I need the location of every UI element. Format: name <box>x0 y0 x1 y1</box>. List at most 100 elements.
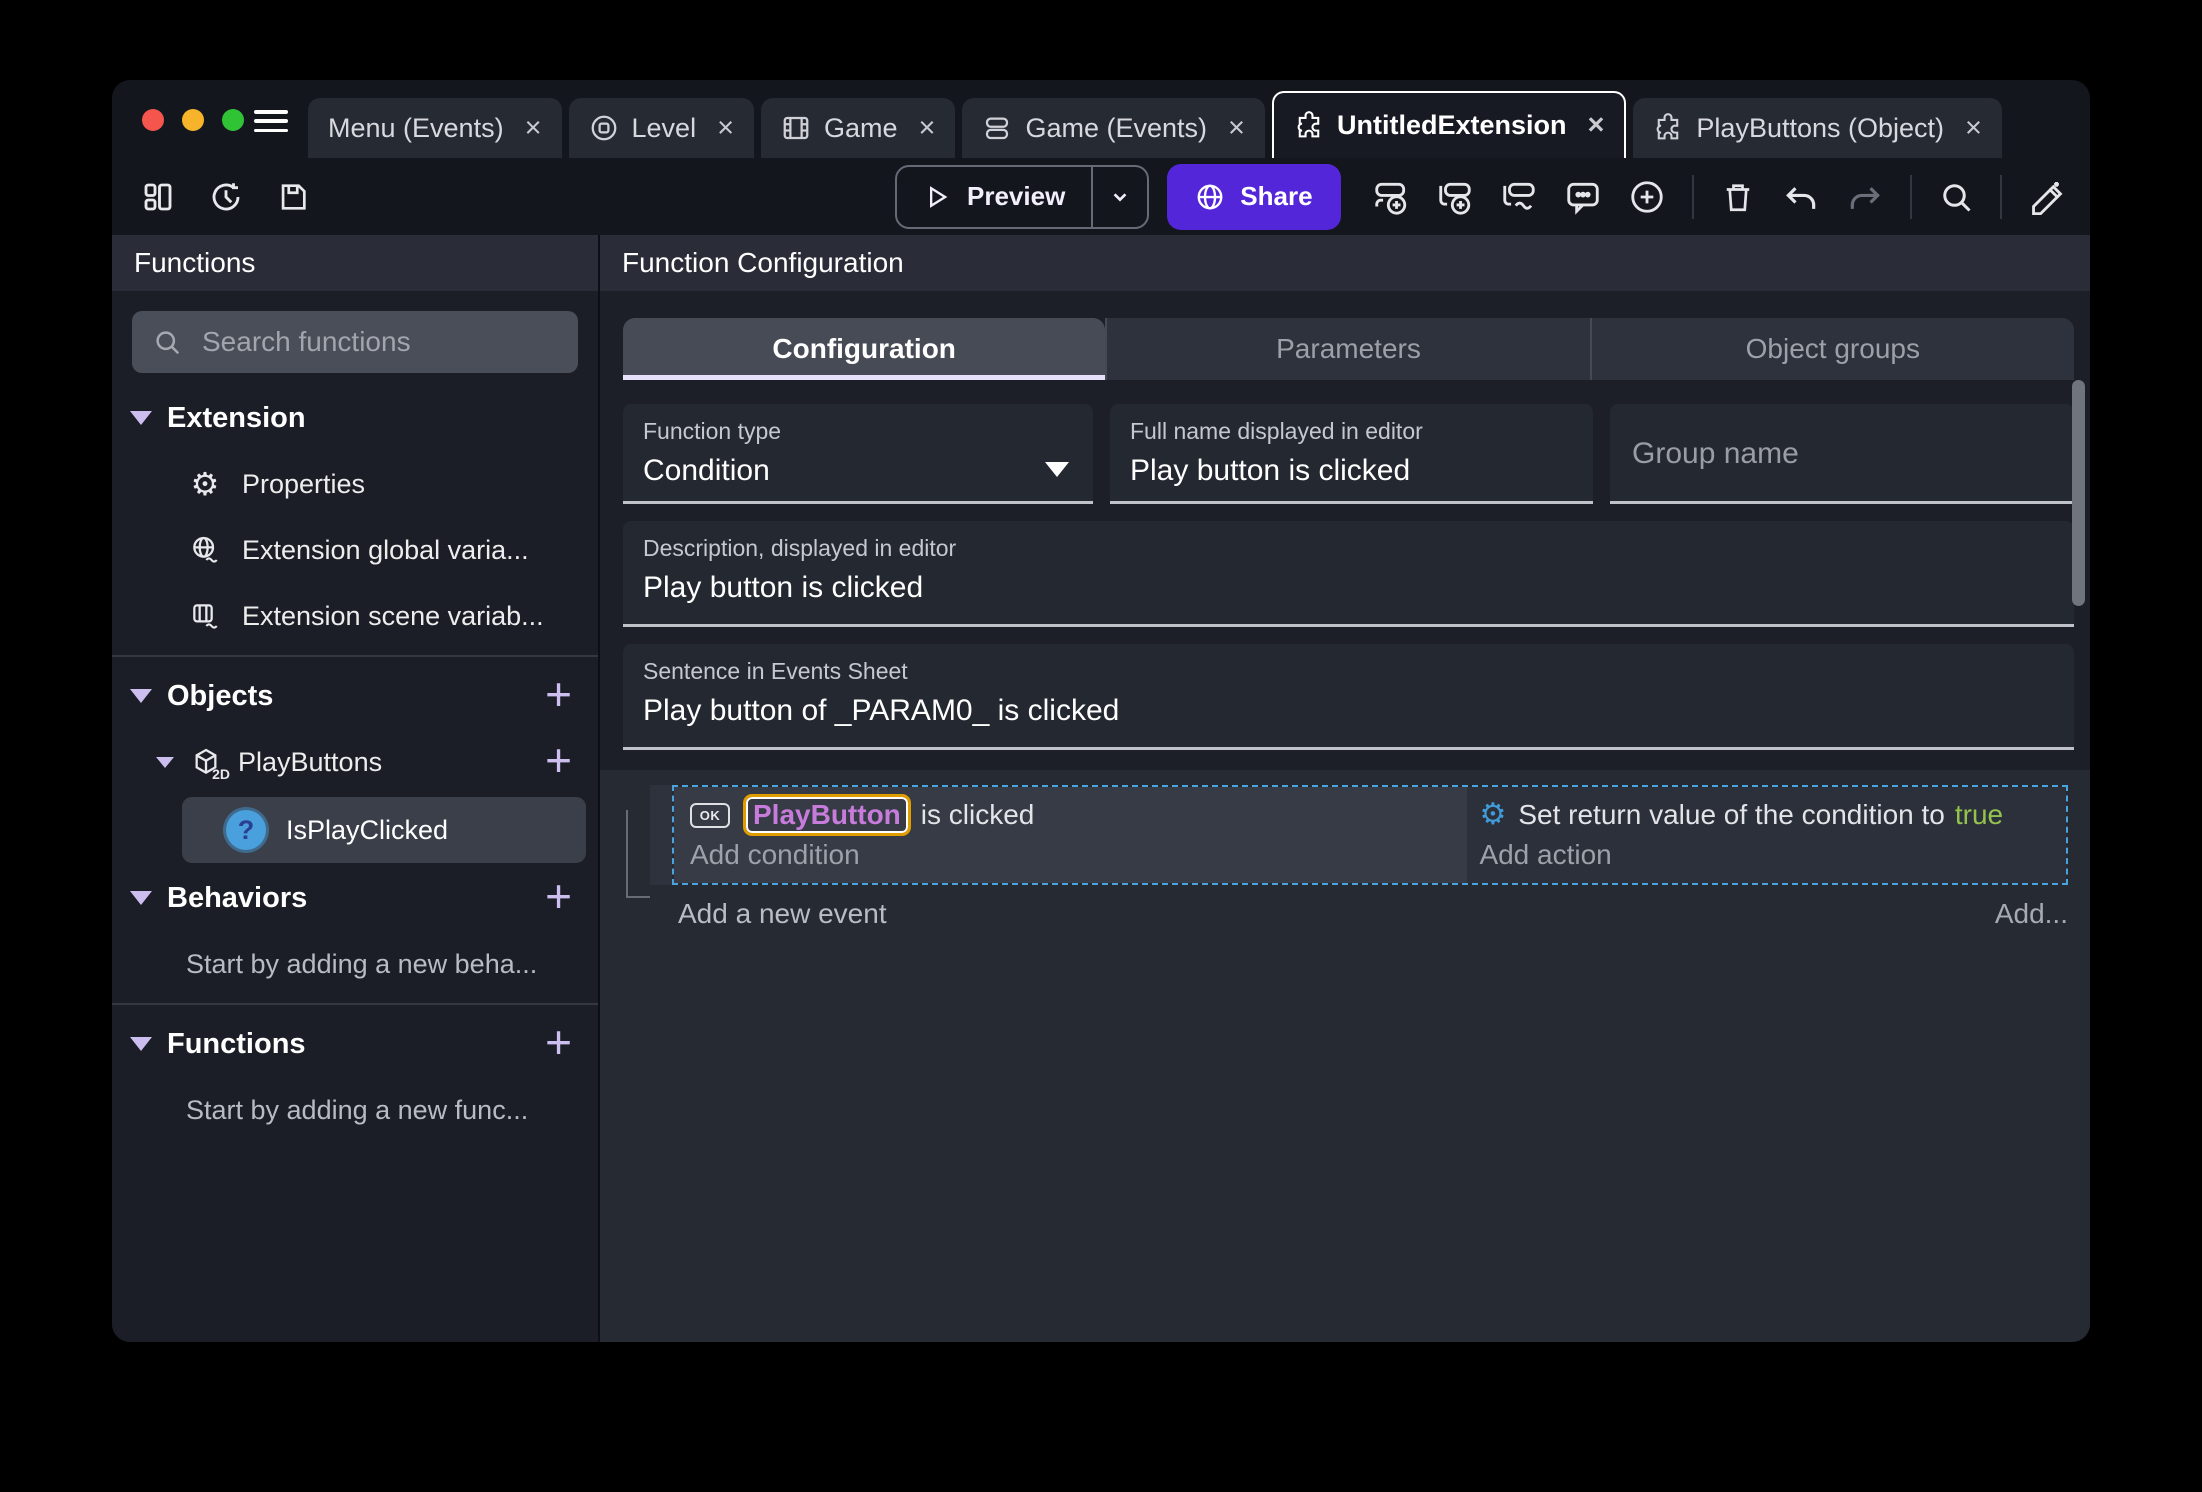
add-condition-icon[interactable] <box>1500 178 1538 216</box>
tree-item-label: Extension global varia... <box>242 534 529 565</box>
project-manager-icon[interactable] <box>140 179 176 215</box>
tab-label: PlayButtons (Object) <box>1696 112 1945 143</box>
add-behavior-button[interactable]: + <box>545 873 572 919</box>
globe-variable-icon <box>186 534 224 566</box>
sidebar-item-properties[interactable]: ⚙ Properties <box>112 451 598 517</box>
sidebar-item-extension-scene-variables[interactable]: Extension scene variab... <box>112 583 598 649</box>
main-toolbar: Preview Share <box>112 158 2090 235</box>
tab-game[interactable]: Game × <box>761 98 956 158</box>
app-window: Menu (Events) × Level × Game × Game (Eve… <box>112 80 2090 1342</box>
tab-level[interactable]: Level × <box>568 98 754 158</box>
add-more-events-icon[interactable] <box>1628 178 1666 216</box>
redo-icon[interactable] <box>1846 178 1884 216</box>
tab-configuration[interactable]: Configuration <box>623 318 1106 380</box>
event-row[interactable]: OK PlayButton is clicked Add condition ⚙… <box>650 785 2068 885</box>
sidebar-section-objects[interactable]: Objects + <box>112 663 598 729</box>
search-icon <box>152 327 182 357</box>
tab-label: Game (Events) <box>1025 112 1208 143</box>
tab-parameters[interactable]: Parameters <box>1105 318 1590 380</box>
search-functions-box[interactable] <box>132 311 578 373</box>
minimize-window-button[interactable] <box>182 109 204 131</box>
preview-options-button[interactable] <box>1091 166 1147 227</box>
delete-icon[interactable] <box>1720 179 1756 215</box>
toolbar-divider <box>1910 174 1912 219</box>
search-input[interactable] <box>200 325 565 359</box>
conditions-column[interactable]: OK PlayButton is clicked Add condition <box>674 787 1468 883</box>
actions-column[interactable]: ⚙ Set return value of the condition to t… <box>1467 787 2066 883</box>
undo-icon[interactable] <box>1782 178 1820 216</box>
window-tab-bar: Menu (Events) × Level × Game × Game (Eve… <box>112 80 2090 158</box>
search-icon[interactable] <box>1938 179 1974 215</box>
close-icon[interactable]: × <box>1587 111 1604 140</box>
field-label: Description, displayed in editor <box>643 535 957 561</box>
field-label: Sentence in Events Sheet <box>643 658 908 684</box>
tree-item-label: PlayButtons <box>238 746 383 777</box>
group-name-field[interactable] <box>1610 404 2074 504</box>
event-drag-handle[interactable] <box>650 785 672 885</box>
tab-game-events[interactable]: Game (Events) × <box>962 98 1265 158</box>
share-button[interactable]: Share <box>1167 163 1341 230</box>
vertical-scrollbar[interactable] <box>2072 380 2085 606</box>
sidebar-section-behaviors[interactable]: Behaviors + <box>112 865 598 931</box>
tab-object-groups[interactable]: Object groups <box>1589 318 2074 380</box>
save-icon[interactable] <box>276 180 310 214</box>
extension-puzzle-icon <box>1653 113 1683 143</box>
description-field[interactable]: Description, displayed in editor Play bu… <box>623 521 2074 627</box>
condition-line[interactable]: OK PlayButton is clicked <box>690 794 1467 836</box>
configuration-tabs: Configuration Parameters Object groups <box>623 318 2074 380</box>
tab-untitled-extension[interactable]: UntitledExtension × <box>1271 91 1627 158</box>
comment-icon[interactable] <box>1564 178 1602 216</box>
section-label: Objects <box>167 679 274 712</box>
scene-icon <box>589 113 619 143</box>
sidebar-item-playbuttons[interactable]: 2D PlayButtons + <box>112 729 598 795</box>
action-gear-icon: ⚙ <box>1479 797 1507 832</box>
sentence-field[interactable]: Sentence in Events Sheet Play button of … <box>623 644 2074 750</box>
close-icon[interactable]: × <box>919 113 936 143</box>
preview-button[interactable]: Preview <box>895 164 1150 229</box>
tab-label: Menu (Events) <box>328 112 504 143</box>
add-condition-button[interactable]: Add condition <box>690 837 1467 873</box>
function-type-select[interactable]: Function type Condition <box>623 404 1093 504</box>
close-icon[interactable]: × <box>717 113 734 143</box>
condition-object-chip[interactable]: PlayButton <box>743 794 911 836</box>
action-line[interactable]: ⚙ Set return value of the condition to t… <box>1479 795 2066 835</box>
tab-label: Game <box>824 112 898 143</box>
section-label: Functions <box>167 1027 306 1060</box>
magic-edit-icon[interactable] <box>2028 178 2066 216</box>
add-more-button[interactable]: Add... <box>1995 898 2068 930</box>
close-icon[interactable]: × <box>1965 113 1982 143</box>
action-text: Set return value of the condition to <box>1518 799 1945 830</box>
sidebar-item-isplayclicked[interactable]: ? IsPlayClicked <box>182 797 586 863</box>
menu-hamburger-icon[interactable] <box>254 110 288 132</box>
sidebar-divider <box>112 655 598 657</box>
dropdown-caret-icon <box>1045 462 1069 477</box>
tab-playbuttons-object[interactable]: PlayButtons (Object) × <box>1633 98 2002 158</box>
button-object-icon: OK <box>690 802 730 828</box>
events-sheet-icon <box>982 113 1012 143</box>
add-event-icon[interactable] <box>1372 178 1410 216</box>
close-window-button[interactable] <box>142 109 164 131</box>
add-new-event-button[interactable]: Add a new event <box>678 898 887 930</box>
sidebar-section-extension[interactable]: Extension <box>112 385 598 451</box>
behaviors-empty-hint: Start by adding a new beha... <box>186 948 538 979</box>
add-action-button[interactable]: Add action <box>1479 837 2066 873</box>
play-icon <box>923 183 951 211</box>
zoom-window-button[interactable] <box>222 109 244 131</box>
add-free-function-button[interactable]: + <box>545 1019 572 1065</box>
add-function-to-object-button[interactable]: + <box>545 737 572 783</box>
sidebar-title: Functions <box>134 247 256 278</box>
full-name-field[interactable]: Full name displayed in editor Play butto… <box>1110 404 1593 504</box>
sidebar-section-functions[interactable]: Functions + <box>112 1011 598 1077</box>
history-icon[interactable] <box>208 179 244 215</box>
selected-event[interactable]: OK PlayButton is clicked Add condition ⚙… <box>672 785 2068 885</box>
tab-label: Level <box>631 112 697 143</box>
add-object-button[interactable]: + <box>545 671 572 717</box>
close-icon[interactable]: × <box>1228 113 1245 143</box>
main-header: Function Configuration <box>600 235 2090 291</box>
add-subevent-icon[interactable] <box>1436 178 1474 216</box>
close-icon[interactable]: × <box>525 113 542 143</box>
group-name-input[interactable] <box>1630 435 2054 472</box>
sidebar-item-extension-global-variables[interactable]: Extension global varia... <box>112 517 598 583</box>
tab-menu-events[interactable]: Menu (Events) × <box>308 98 562 158</box>
chevron-down-icon <box>156 756 174 768</box>
